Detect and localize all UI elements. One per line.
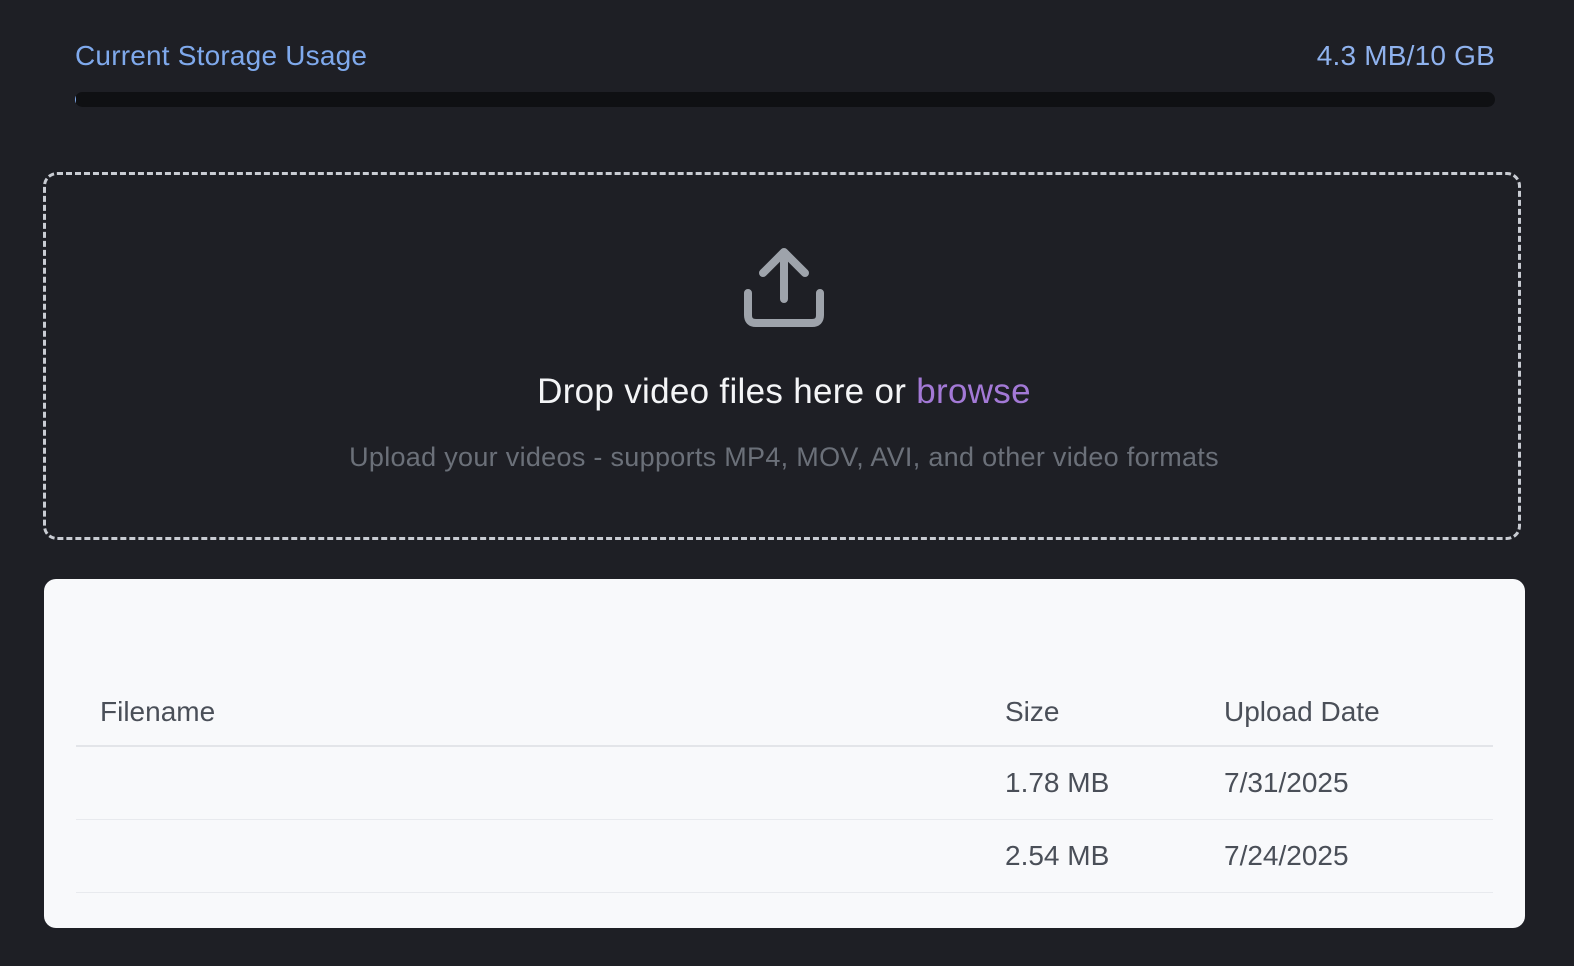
row-upload-date: 7/31/2025 bbox=[1224, 746, 1493, 820]
video-dropzone[interactable] bbox=[43, 172, 1521, 540]
files-table-card: Filename Size Upload Date 1.78 MB 7/31/2… bbox=[44, 579, 1525, 928]
row-filename bbox=[76, 746, 1005, 820]
browse-link[interactable]: browse bbox=[916, 372, 1031, 411]
table-header-row: Filename Size Upload Date bbox=[76, 679, 1493, 747]
files-table: Filename Size Upload Date 1.78 MB 7/31/2… bbox=[76, 679, 1493, 893]
storage-progress-bar bbox=[75, 92, 1495, 107]
storage-usage-header: Current Storage Usage 4.3 MB/10 GB bbox=[75, 36, 1495, 76]
row-size: 2.54 MB bbox=[1005, 819, 1224, 893]
row-upload-date: 7/24/2025 bbox=[1224, 819, 1493, 893]
table-row[interactable]: 1.78 MB 7/31/2025 bbox=[76, 746, 1493, 820]
storage-upload-page: Current Storage Usage 4.3 MB/10 GB Drop … bbox=[0, 0, 1574, 966]
column-header-size[interactable]: Size bbox=[1005, 679, 1224, 747]
column-header-filename[interactable]: Filename bbox=[76, 679, 1005, 747]
storage-usage-label: Current Storage Usage bbox=[75, 40, 368, 71]
upload-icon bbox=[744, 248, 824, 327]
table-row[interactable]: 2.54 MB 7/24/2025 bbox=[76, 819, 1493, 893]
storage-usage-value: 4.3 MB/10 GB bbox=[1316, 40, 1495, 71]
dropzone-title: Drop video files here or browse bbox=[0, 372, 1568, 412]
column-header-upload-date[interactable]: Upload Date bbox=[1224, 679, 1493, 747]
row-filename bbox=[76, 819, 1005, 893]
dropzone-subtitle: Upload your videos - supports MP4, MOV, … bbox=[349, 442, 1219, 472]
row-size: 1.78 MB bbox=[1005, 746, 1224, 820]
storage-progress-fill bbox=[75, 92, 76, 107]
dropzone-title-text: Drop video files here or bbox=[537, 372, 917, 411]
